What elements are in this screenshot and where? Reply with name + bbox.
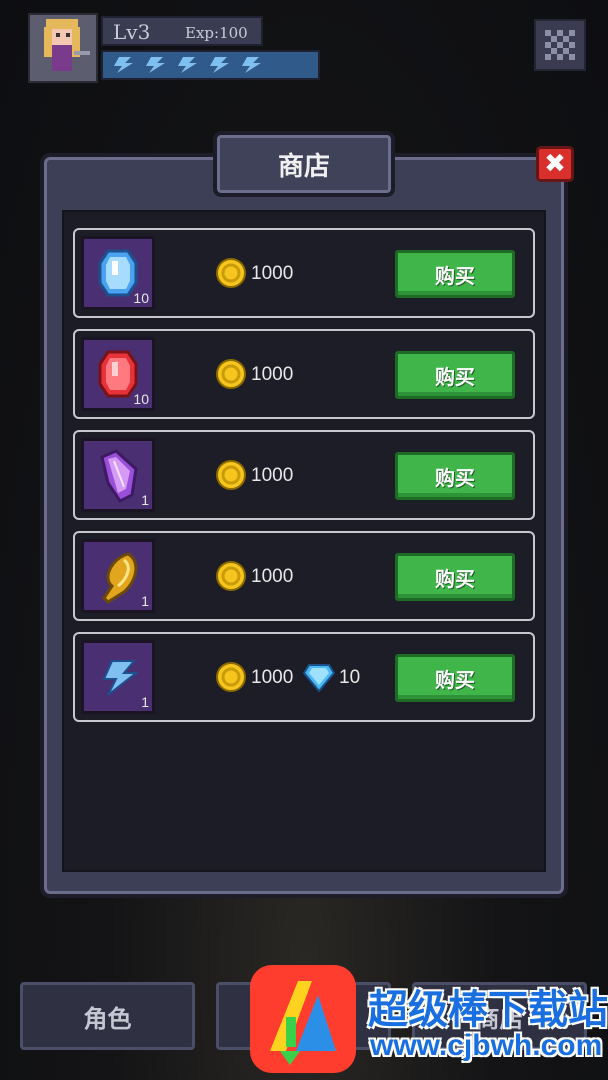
item-slot[interactable]: 10: [81, 337, 155, 411]
item-price: 1000: [251, 566, 294, 587]
watermark-url: www.cjbwh.com: [370, 1029, 603, 1062]
shop-title: 商店: [213, 131, 395, 197]
buy-button[interactable]: 购买: [395, 452, 515, 500]
buy-button[interactable]: 购买: [395, 553, 515, 601]
gold-coin-icon: [216, 258, 246, 288]
shop-item-row: 1 1000 购买: [73, 531, 535, 621]
item-slot[interactable]: 1: [81, 438, 155, 512]
gold-coin-icon: [216, 460, 246, 490]
item-quantity: 10: [133, 391, 149, 407]
level-label: Lv3: [113, 20, 151, 44]
item-price: 1000: [251, 667, 294, 688]
watermark-logo: [250, 965, 356, 1073]
energy-bar: [101, 50, 320, 80]
shop-item-row: 1 1000 10 购买: [73, 632, 535, 722]
item-slot[interactable]: 10: [81, 236, 155, 310]
item-price: 1000: [251, 465, 294, 486]
gold-feather-icon: [102, 552, 138, 604]
buy-button[interactable]: 购买: [395, 654, 515, 702]
item-slot[interactable]: 1: [81, 640, 155, 714]
item-quantity: 1: [141, 694, 149, 710]
item-quantity: 1: [141, 492, 149, 508]
shop-item-row: 1 1000 购买: [73, 430, 535, 520]
lightning-icon: [242, 57, 261, 73]
shop-item-row: 10 1000 购买: [73, 228, 535, 318]
nav-role-button[interactable]: 角色: [20, 982, 195, 1050]
grid-menu-icon: [545, 30, 575, 60]
close-button[interactable]: ✖: [536, 146, 574, 182]
watermark-title: 超级棒下载站: [368, 987, 608, 1033]
exp-label: Exp:100: [185, 24, 248, 42]
diamond-icon: [303, 664, 335, 693]
watermark: 超级棒下载站 www.cjbwh.com: [250, 965, 608, 1080]
item-price: 1000: [251, 364, 294, 385]
item-quantity: 1: [141, 593, 149, 609]
menu-button[interactable]: [534, 19, 586, 71]
lightning-icon: [146, 57, 165, 73]
gold-coin-icon: [216, 662, 246, 692]
level-bar: Lv3 Exp:100: [101, 16, 263, 46]
gold-coin-icon: [216, 561, 246, 591]
close-icon: ✖: [544, 149, 566, 179]
buy-button[interactable]: 购买: [395, 351, 515, 399]
lightning-icon: [114, 57, 133, 73]
player-avatar[interactable]: [28, 13, 98, 83]
shop-item-row: 10 1000 购买: [73, 329, 535, 419]
item-price: 1000: [251, 263, 294, 284]
buy-button[interactable]: 购买: [395, 250, 515, 298]
lightning-icon: [178, 57, 197, 73]
diamond-price: 10: [339, 667, 361, 688]
gold-coin-icon: [216, 359, 246, 389]
item-slot[interactable]: 1: [81, 539, 155, 613]
lightning-icon: [102, 660, 139, 696]
item-quantity: 10: [133, 290, 149, 306]
lightning-icon: [210, 57, 229, 73]
purple-crystal-icon: [100, 449, 138, 503]
